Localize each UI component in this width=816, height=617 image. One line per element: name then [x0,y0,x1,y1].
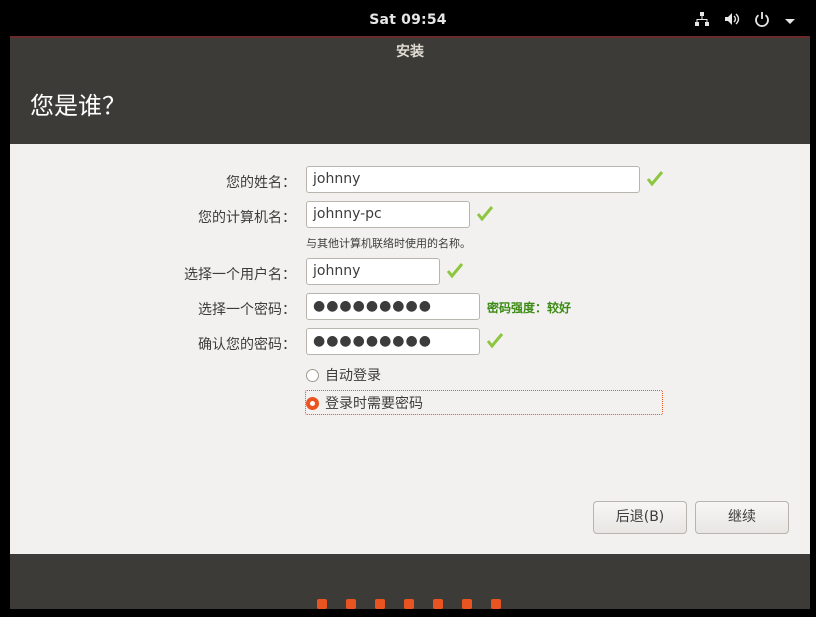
computer-label: 您的计算机名： [198,210,296,226]
password-field[interactable]: ●●●●●●●●● [306,293,480,320]
check-icon [476,206,494,222]
name-field[interactable]: johnny [306,166,640,193]
username-field[interactable]: johnny [306,258,440,285]
check-icon [646,171,664,187]
progress-dot [433,599,443,609]
username-label: 选择一个用户名： [184,267,296,283]
progress-dot [346,599,356,609]
progress-dots [317,599,501,609]
top-panel: Sat 09:54 [0,0,816,36]
progress-dot [317,599,327,609]
computer-name-hint: 与其他计算机联络时使用的名称。 [306,237,471,250]
password-row: 选择一个密码： ●●●●●●●●● 密码强度：较好 [10,293,810,321]
progress-dot [375,599,385,609]
installer-window: 安装 您是谁？ 您的姓名： johnny 您的计算机名： johnny-pc 与… [10,36,810,609]
page-title: 您是谁？ [10,66,810,144]
power-icon[interactable] [754,11,770,31]
menu-arrow-icon[interactable] [784,12,796,31]
continue-button[interactable]: 继续 [695,501,789,534]
footer [10,554,810,609]
auto-login-label: 自动登录 [325,368,381,384]
progress-dot [404,599,414,609]
password-label: 选择一个密码： [198,302,296,318]
require-password-label: 登录时需要密码 [325,396,423,412]
check-icon [486,333,504,349]
progress-dot [462,599,472,609]
radio-on-icon[interactable] [306,396,319,410]
check-icon [446,263,464,279]
confirm-label: 确认您的密码： [198,337,296,353]
username-row: 选择一个用户名： johnny [10,258,810,286]
progress-dot [491,599,501,609]
system-tray [694,11,796,31]
confirm-password-field[interactable]: ●●●●●●●●● [306,328,480,355]
require-password-option[interactable]: 登录时需要密码 [306,391,423,415]
auto-login-option[interactable]: 自动登录 [306,363,381,387]
radio-off-icon[interactable] [306,368,319,382]
volume-icon[interactable] [724,11,740,31]
computer-row: 您的计算机名： johnny-pc [10,201,810,229]
name-label: 您的姓名： [226,175,296,191]
network-icon[interactable] [694,11,710,31]
confirm-row: 确认您的密码： ●●●●●●●●● [10,328,810,356]
password-strength: 密码强度：较好 [487,301,572,315]
user-setup-form: 您的姓名： johnny 您的计算机名： johnny-pc 与其他计算机联络时… [10,144,810,554]
window-title: 安装 [10,36,810,66]
back-button[interactable]: 后退(B) [593,501,687,534]
computer-name-field[interactable]: johnny-pc [306,201,470,228]
name-row: 您的姓名： johnny [10,166,810,194]
